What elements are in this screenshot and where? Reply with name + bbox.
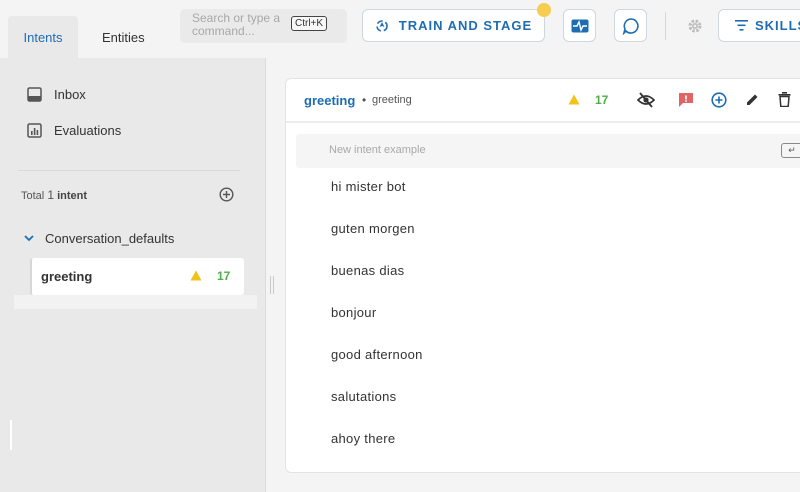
chart-icon <box>27 123 42 138</box>
example-item[interactable]: salutations <box>331 389 423 431</box>
chat-button[interactable] <box>614 9 647 42</box>
activity-button[interactable] <box>563 9 596 42</box>
skills-button[interactable]: SKILLS <box>718 9 800 42</box>
total-suffix: intent <box>57 190 88 202</box>
train-label: TRAIN AND STAGE <box>398 18 533 33</box>
total-prefix: Total <box>21 190 45 202</box>
tab-bar: Intents Entities <box>8 16 159 58</box>
inbox-icon <box>27 87 42 102</box>
flag-comment-icon[interactable] <box>678 92 694 108</box>
resize-handle-icon[interactable] <box>270 276 275 294</box>
sidebar-intent-greeting[interactable]: greeting 17 <box>30 258 244 295</box>
plus-circle-icon <box>219 187 234 202</box>
tab-entities[interactable]: Entities <box>88 16 159 58</box>
chevron-down-icon <box>24 235 34 242</box>
sidebar-item-label: Evaluations <box>54 123 122 138</box>
intent-card-header: greeting • greeting 17 <box>286 79 800 123</box>
tab-intents[interactable]: Intents <box>8 16 78 58</box>
sidebar-divider <box>18 170 240 171</box>
add-intent-button[interactable] <box>219 187 234 207</box>
toolbar-divider <box>665 12 666 40</box>
example-list: hi mister bot guten morgen buenas dias b… <box>331 179 423 473</box>
example-item[interactable]: bonjour <box>331 305 423 347</box>
sidebar-scrollbar[interactable] <box>10 420 12 450</box>
shortcut-hint: Ctrl+K <box>291 16 328 31</box>
example-item[interactable]: buenas dias <box>331 263 423 305</box>
intent-example-count: 17 <box>217 269 231 283</box>
intent-title[interactable]: greeting <box>304 93 355 108</box>
example-item[interactable]: good afternoon <box>331 347 423 389</box>
new-example-placeholder: New intent example <box>329 144 426 156</box>
title-separator: • <box>362 93 367 107</box>
skills-label: SKILLS <box>755 18 800 33</box>
new-example-input[interactable]: New intent example ↵ <box>296 134 800 168</box>
sidebar-item-evaluations[interactable]: Evaluations <box>27 123 121 138</box>
warning-icon <box>190 270 202 281</box>
total-count: 1 <box>47 188 54 202</box>
intent-example-count: 17 <box>595 93 609 107</box>
plus-circle-icon[interactable] <box>711 92 727 108</box>
warning-icon <box>568 94 580 105</box>
top-bar: Intents Entities Search or type a comman… <box>0 0 800 58</box>
sidebar-item-inbox[interactable]: Inbox <box>27 87 86 102</box>
intent-card: greeting • greeting 17 New intent exampl… <box>285 78 800 473</box>
intent-total: Total 1 intent <box>21 188 87 202</box>
trash-icon[interactable] <box>778 92 791 107</box>
chat-bubble-icon <box>622 17 639 35</box>
search-placeholder: Search or type a command... <box>192 11 281 38</box>
settings-button[interactable] <box>686 17 704 40</box>
example-item[interactable]: ahoy there <box>331 431 423 473</box>
enter-key-icon: ↵ <box>781 143 800 158</box>
example-item[interactable]: hi mister bot <box>331 179 423 221</box>
pencil-icon[interactable] <box>745 92 760 107</box>
sidebar: Inbox Evaluations Total 1 intent Convers… <box>0 58 266 492</box>
sidebar-item-label: Inbox <box>54 87 86 102</box>
train-icon <box>375 19 388 32</box>
intent-subtitle: greeting <box>372 94 412 106</box>
gear-icon <box>688 19 702 33</box>
notification-dot <box>537 3 551 17</box>
intent-group-label: Conversation_defaults <box>45 231 175 246</box>
sidebar-row-spacer <box>14 295 257 309</box>
example-item[interactable]: guten morgen <box>331 221 423 263</box>
command-search[interactable]: Search or type a command... Ctrl+K <box>180 9 347 43</box>
eye-off-icon[interactable] <box>637 91 655 109</box>
train-and-stage-button[interactable]: TRAIN AND STAGE <box>362 9 545 42</box>
intent-group-toggle[interactable]: Conversation_defaults <box>24 231 174 246</box>
pulse-icon <box>571 19 588 32</box>
filter-icon <box>735 20 748 31</box>
intent-name: greeting <box>41 269 93 284</box>
